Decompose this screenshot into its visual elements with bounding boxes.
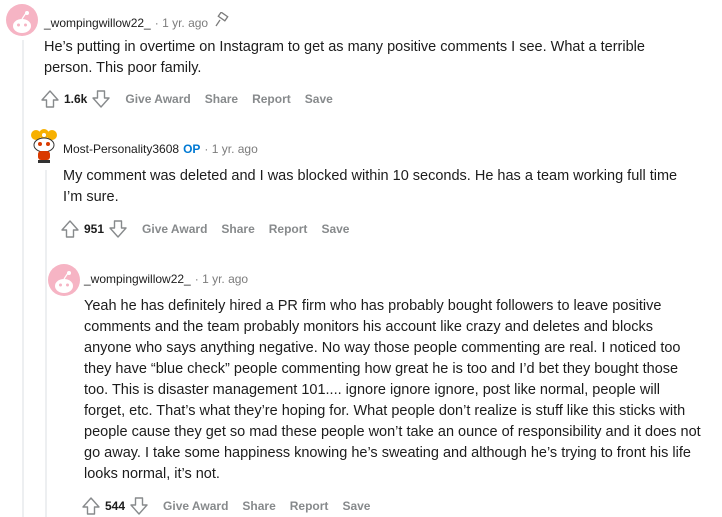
share-button[interactable]: Share	[205, 92, 238, 106]
comment-body: My comment was deleted and I was blocked…	[63, 168, 678, 205]
comment-actions: 1.6k Give Award Share Report Save	[40, 88, 333, 110]
report-button[interactable]: Report	[252, 92, 291, 106]
share-button[interactable]: Share	[242, 499, 275, 513]
downvote-arrow-icon[interactable]	[108, 219, 128, 239]
thread-line[interactable]	[22, 40, 24, 517]
report-button[interactable]: Report	[290, 499, 329, 513]
vote-score: 951	[84, 222, 105, 236]
give-award-button[interactable]: Give Award	[125, 92, 190, 106]
downvote-arrow-icon[interactable]	[91, 89, 111, 109]
username[interactable]: _wompingwillow22_	[84, 272, 191, 286]
avatar[interactable]	[48, 264, 80, 296]
report-button[interactable]: Report	[269, 222, 308, 236]
vote-score: 1.6k	[64, 92, 88, 106]
vote-score: 544	[105, 499, 126, 513]
username[interactable]: Most-Personality3608	[63, 142, 179, 156]
username[interactable]: _wompingwillow22_	[44, 16, 151, 30]
downvote-arrow-icon[interactable]	[129, 496, 149, 516]
reddit-snoo-avatar-icon	[13, 11, 31, 33]
share-button[interactable]: Share	[221, 222, 254, 236]
upvote-arrow-icon[interactable]	[81, 496, 101, 516]
thread-line[interactable]	[45, 170, 47, 517]
save-button[interactable]: Save	[321, 222, 349, 236]
save-button[interactable]: Save	[305, 92, 333, 106]
timestamp[interactable]: · 1 yr. ago	[204, 142, 257, 156]
moderator-hammer-icon	[214, 11, 230, 33]
upvote-arrow-icon[interactable]	[60, 219, 80, 239]
give-award-button[interactable]: Give Award	[142, 222, 207, 236]
timestamp[interactable]: · 1 yr. ago	[195, 272, 248, 286]
reddit-snoo-avatar-icon	[55, 271, 73, 293]
timestamp[interactable]: · 1 yr. ago	[155, 16, 208, 30]
upvote-arrow-icon[interactable]	[40, 89, 60, 109]
avatar[interactable]	[28, 128, 60, 164]
comment-actions: 544 Give Award Share Report Save	[81, 495, 370, 517]
avatar[interactable]	[6, 4, 38, 36]
comment-actions: 951 Give Award Share Report Save	[60, 218, 349, 240]
comment-body: Yeah he has definitely hired a PR firm w…	[84, 298, 701, 482]
comment-body: He’s putting in overtime on Instagram to…	[44, 39, 645, 76]
op-badge: OP	[183, 142, 201, 156]
save-button[interactable]: Save	[342, 499, 370, 513]
custom-snoo-avatar-icon	[31, 129, 57, 163]
give-award-button[interactable]: Give Award	[163, 499, 228, 513]
